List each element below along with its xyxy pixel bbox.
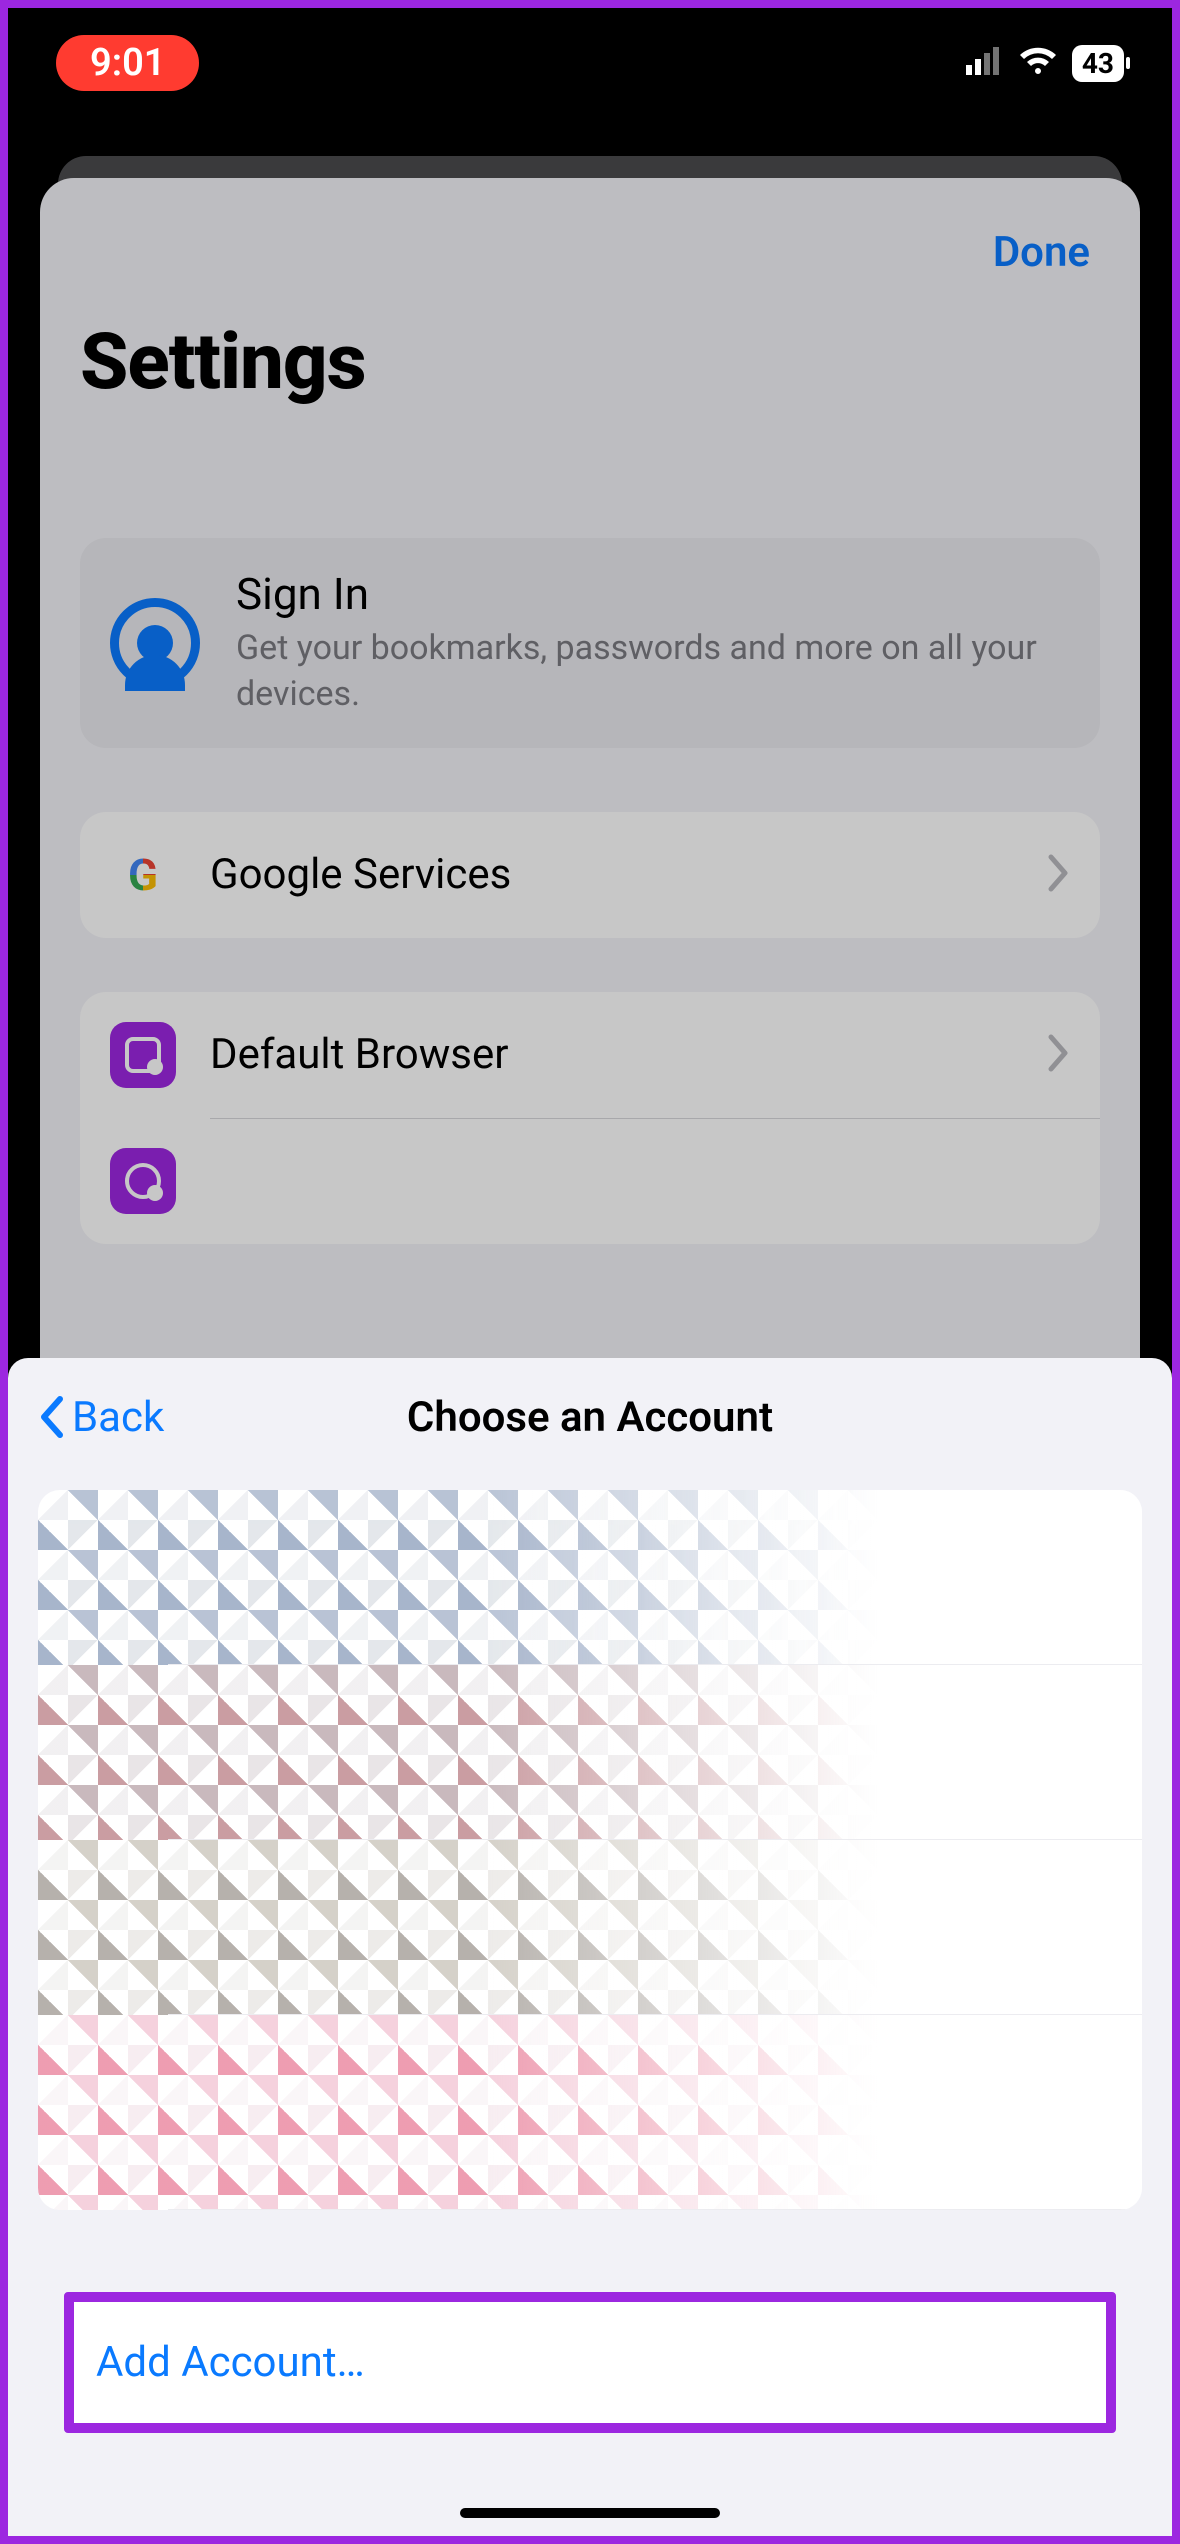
search-engine-icon (110, 1148, 176, 1214)
sign-in-card[interactable]: Sign In Get your bookmarks, passwords an… (80, 538, 1100, 748)
done-button[interactable]: Done (993, 228, 1090, 277)
account-row-redacted[interactable] (38, 2015, 1142, 2210)
background-card-edge (58, 156, 1122, 216)
google-services-section: G Google Services (80, 812, 1100, 938)
status-right: 43 (966, 45, 1124, 82)
back-button[interactable]: Back (38, 1393, 407, 1442)
add-account-button[interactable]: Add Account… (74, 2302, 1106, 2423)
search-engine-row-partial[interactable] (80, 1118, 1100, 1244)
sheet-title: Choose an Account (407, 1393, 773, 1442)
default-browser-row[interactable]: Default Browser (80, 992, 1100, 1118)
choose-account-sheet: Back Choose an Account Add Account… (8, 1358, 1172, 2536)
sign-in-subtitle: Get your bookmarks, passwords and more o… (236, 626, 1070, 718)
browser-section: Default Browser (80, 992, 1100, 1244)
chevron-right-icon (1048, 1034, 1070, 1076)
phone-frame: 9:01 43 Done Settings (8, 8, 1172, 2536)
cellular-icon (966, 47, 1004, 79)
account-row-redacted[interactable] (38, 1840, 1142, 2015)
account-list (38, 1490, 1142, 2210)
profile-avatar-icon (110, 598, 200, 688)
account-row-redacted[interactable] (38, 1490, 1142, 1665)
status-time-recording-pill[interactable]: 9:01 (56, 35, 199, 91)
page-title: Settings (80, 317, 1100, 408)
status-bar: 9:01 43 (8, 8, 1172, 118)
back-label: Back (72, 1393, 164, 1442)
add-account-highlight: Add Account… (64, 2292, 1116, 2433)
google-services-row[interactable]: G Google Services (80, 812, 1100, 938)
account-row-redacted[interactable] (38, 1665, 1142, 1840)
battery-indicator: 43 (1072, 45, 1124, 82)
google-services-label: Google Services (210, 850, 1048, 899)
chevron-right-icon (1048, 854, 1070, 896)
home-indicator[interactable] (460, 2508, 720, 2518)
default-browser-icon (110, 1022, 176, 1088)
sign-in-title: Sign In (236, 568, 1070, 620)
default-browser-label: Default Browser (210, 1030, 1048, 1079)
annotated-screenshot: 9:01 43 Done Settings (0, 0, 1180, 2544)
wifi-icon (1018, 46, 1058, 80)
google-icon: G (110, 842, 176, 908)
